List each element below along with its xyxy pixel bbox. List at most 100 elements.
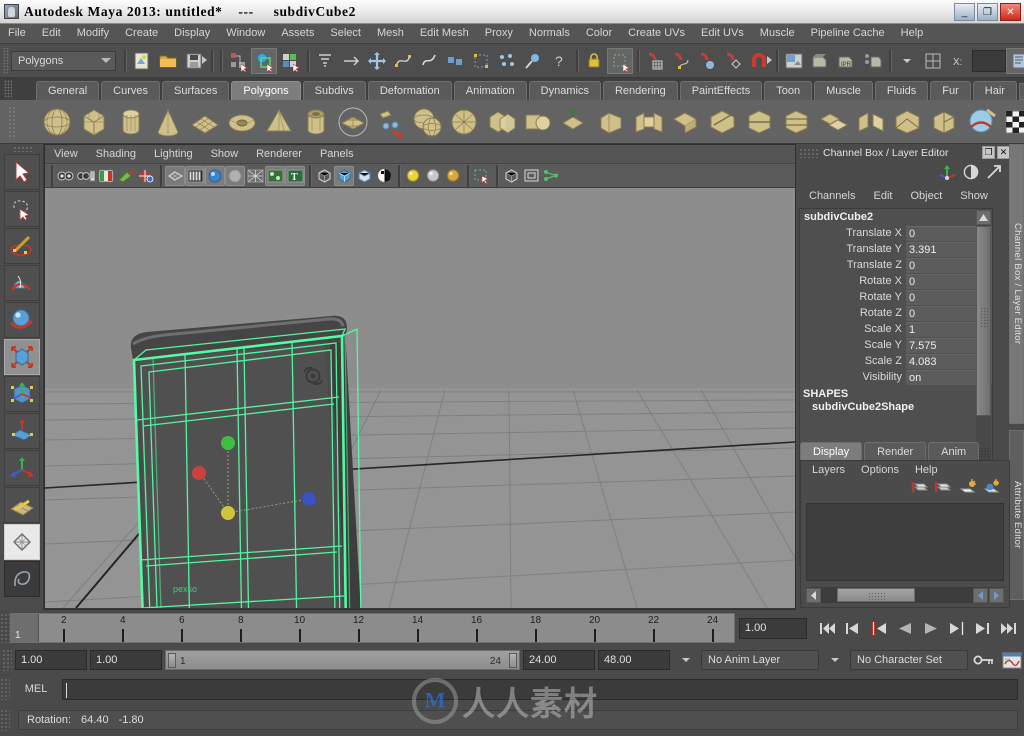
bevel-icon[interactable] <box>595 105 629 139</box>
menu-edit[interactable]: Edit <box>34 24 69 43</box>
sculpt-geometry-icon[interactable] <box>965 105 999 139</box>
render-current-icon[interactable] <box>807 48 833 74</box>
play-forwards-icon[interactable] <box>918 616 943 640</box>
step-forward-keyframe-icon[interactable] <box>970 616 995 640</box>
booleans-icon[interactable] <box>521 105 555 139</box>
range-handle-left[interactable] <box>168 653 176 668</box>
channel-row-rotate-y[interactable]: Rotate Y 0 <box>800 289 992 305</box>
shelf-tab-deformation[interactable]: Deformation <box>367 81 452 100</box>
shelf-tab-dynamics[interactable]: Dynamics <box>528 81 601 100</box>
shelf-prev-button[interactable] <box>1018 83 1024 100</box>
help-line-grip[interactable] <box>0 709 10 731</box>
append-poly-icon[interactable] <box>669 105 703 139</box>
default-light-icon[interactable] <box>403 166 423 186</box>
poly-prism-icon[interactable] <box>336 105 370 139</box>
anim-layer-dropdown[interactable]: No Anim Layer <box>701 650 819 670</box>
texture-icon[interactable] <box>265 165 285 186</box>
panel-grip[interactable] <box>799 148 819 158</box>
viewport-menu-lighting[interactable]: Lighting <box>145 145 202 164</box>
checker-pattern-icon[interactable] <box>374 166 394 186</box>
select-by-mesh-icon[interactable] <box>277 48 303 74</box>
menu-muscle[interactable]: Muscle <box>752 24 803 43</box>
wireframe-on-shaded-icon[interactable] <box>245 166 265 186</box>
panel-restore-button[interactable]: ❐ <box>982 146 995 159</box>
close-button[interactable]: ✕ <box>1000 3 1021 21</box>
lasso-tool[interactable] <box>3 191 40 227</box>
shelf-tab-hair[interactable]: Hair <box>972 81 1017 100</box>
viewport-menu-show[interactable]: Show <box>202 145 248 164</box>
isolate-select-icon[interactable] <box>472 166 492 186</box>
shelf-tab-rendering[interactable]: Rendering <box>602 81 678 100</box>
toolbar-grip[interactable] <box>2 47 9 74</box>
menu-file[interactable]: File <box>0 24 34 43</box>
channel-row-translate-x[interactable]: Translate X 0 <box>800 225 992 241</box>
rotate-ball-tool[interactable] <box>3 302 40 338</box>
command-language-label[interactable]: MEL <box>10 683 62 695</box>
range-start-time-field[interactable]: 1.00 <box>90 650 162 670</box>
layer-list-scrollbar[interactable] <box>806 587 1004 603</box>
layer-hscroll-thumb[interactable] <box>837 588 915 602</box>
numeric-input-field[interactable] <box>972 49 1006 72</box>
viewport-canvas[interactable]: pexso z <box>45 188 795 608</box>
menu-display[interactable]: Display <box>166 24 218 43</box>
new-layer-light-icon[interactable] <box>959 478 977 500</box>
smooth-shade-all-icon[interactable] <box>185 165 205 186</box>
open-folder-icon[interactable] <box>155 48 181 74</box>
step-back-keyframe-icon[interactable] <box>840 616 865 640</box>
select-by-component-icon[interactable] <box>251 47 277 74</box>
surface-icon[interactable] <box>416 48 442 74</box>
render-view-icon[interactable] <box>781 48 807 74</box>
axis-manip-icon[interactable] <box>939 164 956 185</box>
wireframe-icon[interactable] <box>165 165 185 186</box>
step-back-frame-icon[interactable] <box>866 616 891 640</box>
menu-create-uvs[interactable]: Create UVs <box>620 24 693 43</box>
move-icon[interactable] <box>364 48 390 74</box>
shelf-tab-general[interactable]: General <box>36 81 100 100</box>
poly-soccer-ball-icon[interactable] <box>410 105 444 139</box>
select-by-object-icon[interactable] <box>225 48 251 74</box>
lock-icon[interactable] <box>581 48 607 74</box>
xray-icon[interactable] <box>314 166 334 186</box>
selection-mode-dropdown[interactable]: Polygons <box>11 50 116 71</box>
poly-pipe-icon[interactable] <box>299 105 333 139</box>
poly-cube-icon[interactable] <box>77 105 111 139</box>
snap-together-icon[interactable] <box>338 48 364 74</box>
step-forward-frame-icon[interactable] <box>944 616 969 640</box>
snap-view-plane-icon[interactable] <box>720 48 746 74</box>
poly-sphere-icon[interactable] <box>40 105 74 139</box>
vtab-attribute-editor[interactable]: Attribute Editor <box>1009 430 1024 600</box>
universal-manip-tool[interactable] <box>3 376 40 412</box>
grease-pencil-icon[interactable] <box>116 166 136 186</box>
extrude-icon[interactable] <box>558 105 592 139</box>
new-layer-object-icon[interactable] <box>983 478 1001 500</box>
soft-select-tool[interactable] <box>3 265 40 301</box>
insert-edge-loop-icon[interactable] <box>743 105 777 139</box>
layer-nav-left[interactable] <box>973 587 988 603</box>
attribute-editor-icon[interactable] <box>1006 47 1024 74</box>
split-poly-icon[interactable] <box>706 105 740 139</box>
book-icon[interactable] <box>96 166 116 186</box>
show-manip-tool[interactable] <box>3 487 40 523</box>
channel-box-menu-show[interactable]: Show <box>951 190 997 202</box>
character-set-dropdown-arrow[interactable] <box>822 648 847 672</box>
shelf-tab-polygons[interactable]: Polygons <box>231 81 301 100</box>
shelf-grip[interactable] <box>4 80 12 98</box>
ipr-render-icon[interactable]: IPR <box>833 48 859 74</box>
menu-pipeline-cache[interactable]: Pipeline Cache <box>803 24 893 43</box>
half-circle-icon[interactable] <box>963 164 979 185</box>
snap-grid-icon[interactable] <box>642 48 668 74</box>
layout-preset[interactable] <box>3 561 40 597</box>
grid-toggle-icon[interactable] <box>501 166 521 186</box>
go-to-end-icon[interactable] <box>996 616 1021 640</box>
render-settings-icon[interactable] <box>859 48 885 74</box>
paint-icon[interactable] <box>520 48 546 74</box>
viewport-menu-view[interactable]: View <box>45 145 87 164</box>
anim-end-time-field[interactable]: 48.00 <box>598 650 670 670</box>
channel-row-scale-z[interactable]: Scale Z 4.083 <box>800 353 992 369</box>
shelf-tab-toon[interactable]: Toon <box>764 81 813 100</box>
range-slider-bar[interactable]: 1 24 <box>165 650 520 670</box>
lattice-icon[interactable] <box>494 48 520 74</box>
xray-active-components-icon[interactable] <box>354 166 374 186</box>
maximize-button[interactable]: ❐ <box>977 3 998 21</box>
menu-color[interactable]: Color <box>578 24 620 43</box>
